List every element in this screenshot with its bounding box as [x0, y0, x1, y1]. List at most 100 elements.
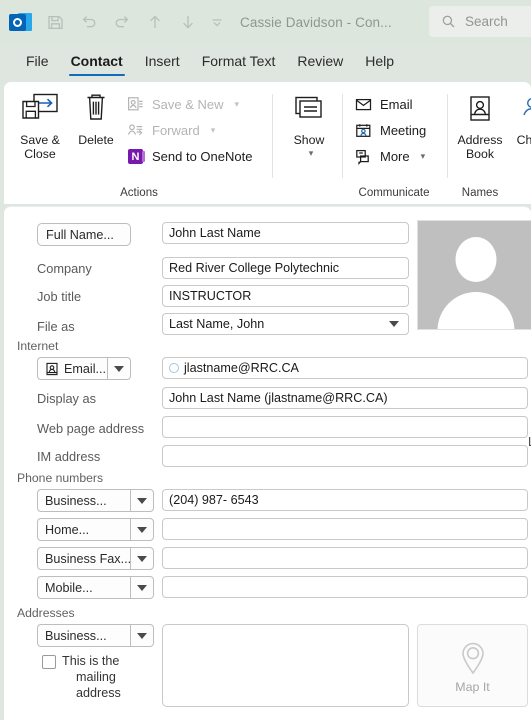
file-as-chevron-down-icon[interactable]: [389, 321, 399, 327]
ribbon-tab-strip: File Contact Insert Format Text Review H…: [0, 44, 531, 80]
save-icon[interactable]: [39, 7, 72, 37]
save-and-close-icon: [20, 88, 60, 132]
im-address-input[interactable]: [162, 445, 528, 467]
tab-help[interactable]: Help: [354, 49, 405, 75]
phone-input-business-fax[interactable]: [162, 547, 528, 569]
quick-access-toolbar: [39, 7, 230, 37]
tab-format-text[interactable]: Format Text: [191, 49, 287, 75]
mailing-label-line1: This is the: [62, 654, 120, 668]
map-it-label: Map It: [455, 680, 490, 694]
file-as-combobox[interactable]: Last Name, John: [162, 313, 409, 335]
more-button[interactable]: More ▾: [354, 144, 425, 169]
company-input[interactable]: Red River College Polytechnic: [162, 257, 409, 279]
more-icon: [354, 148, 373, 165]
address-type-combobox[interactable]: Business...: [37, 624, 154, 647]
email-button[interactable]: Email: [354, 92, 413, 117]
phone-type-business-fax-chevron-down-icon[interactable]: [130, 547, 154, 570]
outlook-icon: [9, 11, 32, 34]
check-names-label: Ch Na: [516, 133, 531, 147]
next-item-icon[interactable]: [171, 7, 204, 37]
im-address-label: IM address: [37, 449, 101, 464]
phone-type-button-business-fax[interactable]: Business Fax...: [37, 547, 130, 570]
send-to-onenote-button[interactable]: N Send to OneNote: [126, 144, 252, 169]
address-book-button[interactable]: Address Book: [453, 88, 507, 161]
redo-icon[interactable]: [105, 7, 138, 37]
save-and-close-button[interactable]: Save & Close: [13, 88, 67, 161]
ribbon-group-actions: Save & Close Delete Save & New ▾ Forward…: [4, 82, 272, 204]
address-type-button[interactable]: Business...: [37, 624, 130, 647]
phone-type-button-business[interactable]: Business...: [37, 489, 130, 512]
phone-input-home[interactable]: [162, 518, 528, 540]
delete-label: Delete: [78, 133, 114, 147]
email-input[interactable]: jlastname@RRC.CA: [162, 357, 528, 379]
mailing-address-checkbox[interactable]: [42, 655, 56, 669]
phone-type-combobox-business-fax[interactable]: Business Fax...: [37, 547, 154, 570]
show-button[interactable]: Show ▾: [282, 88, 336, 159]
customize-quick-access-toolbar-icon[interactable]: [204, 7, 230, 37]
tab-insert[interactable]: Insert: [134, 49, 191, 75]
phone-type-business-chevron-down-icon[interactable]: [130, 489, 154, 512]
check-names-icon: [519, 88, 531, 132]
email-type-chevron-down-icon[interactable]: [107, 357, 131, 380]
address-card-icon: [46, 362, 58, 375]
ribbon-separator: [342, 94, 343, 178]
save-and-close-label: Save & Close: [20, 133, 60, 161]
phone-type-combobox-home[interactable]: Home...: [37, 518, 154, 541]
forward-button[interactable]: Forward ▾: [126, 118, 215, 143]
phone-type-combobox-business[interactable]: Business...: [37, 489, 154, 512]
delete-button[interactable]: Delete: [69, 88, 123, 147]
tab-contact[interactable]: Contact: [60, 49, 134, 76]
tab-file[interactable]: File: [15, 49, 60, 75]
phone-input-mobile[interactable]: [162, 576, 528, 598]
full-name-input[interactable]: John Last Name: [162, 222, 409, 244]
check-names-button[interactable]: Ch Na: [511, 88, 531, 147]
window-title: Cassie Davidson - Con...: [240, 14, 392, 30]
phone-type-home-chevron-down-icon[interactable]: [130, 518, 154, 541]
outlook-contact-window: Cassie Davidson - Con... Search File Con…: [0, 0, 531, 720]
email-type-combobox[interactable]: Email...: [37, 357, 131, 380]
email-type-button[interactable]: Email...: [37, 357, 107, 380]
undo-icon[interactable]: [72, 7, 105, 37]
save-and-new-label: Save & New: [152, 97, 224, 112]
forward-chevron-down-icon[interactable]: ▾: [211, 125, 216, 136]
file-as-value: Last Name, John: [169, 317, 265, 331]
file-as-label: File as: [37, 319, 75, 334]
mailing-address-checkbox-label: This is the mailing address: [62, 653, 152, 701]
job-title-input[interactable]: INSTRUCTOR: [162, 285, 409, 307]
email-label: Email: [380, 97, 413, 112]
full-name-button[interactable]: Full Name...: [37, 223, 131, 246]
show-chevron-down-icon[interactable]: ▾: [309, 148, 314, 159]
tab-review[interactable]: Review: [286, 49, 354, 75]
phone-type-combobox-mobile[interactable]: Mobile...: [37, 576, 154, 599]
address-type-chevron-down-icon[interactable]: [130, 624, 154, 647]
map-pin-icon: [461, 642, 484, 675]
meeting-button[interactable]: Meeting: [354, 118, 426, 143]
ribbon-group-names: Address Book Ch Na Names: [449, 82, 531, 204]
email-value: jlastname@RRC.CA: [184, 361, 299, 375]
contact-photo-placeholder[interactable]: [417, 220, 531, 330]
internet-section-label: Internet: [17, 339, 59, 353]
phone-type-button-mobile[interactable]: Mobile...: [37, 576, 130, 599]
phone-type-button-home[interactable]: Home...: [37, 518, 130, 541]
save-and-new-chevron-down-icon[interactable]: ▾: [235, 99, 240, 110]
search-placeholder: Search: [465, 14, 508, 29]
web-page-address-input[interactable]: [162, 416, 528, 438]
avatar-head: [455, 237, 496, 282]
phone-numbers-section-label: Phone numbers: [17, 471, 104, 485]
phone-type-mobile-chevron-down-icon[interactable]: [130, 576, 154, 599]
more-label: More: [380, 149, 410, 164]
save-and-new-icon: [126, 96, 145, 113]
phone-input-business[interactable]: (204) 987- 6543: [162, 489, 528, 511]
search-box[interactable]: Search: [429, 6, 531, 37]
onenote-glyph: N: [128, 149, 145, 164]
save-and-new-button[interactable]: Save & New ▾: [126, 92, 239, 117]
send-to-onenote-label: Send to OneNote: [152, 149, 253, 164]
meeting-label: Meeting: [380, 123, 427, 138]
previous-item-icon[interactable]: [138, 7, 171, 37]
address-textarea[interactable]: [162, 624, 409, 707]
show-icon: [291, 88, 327, 132]
display-as-input[interactable]: John Last Name (jlastname@RRC.CA): [162, 387, 528, 409]
map-it-button[interactable]: Map It: [417, 624, 528, 707]
addresses-section-label: Addresses: [17, 606, 75, 620]
more-chevron-down-icon[interactable]: ▾: [421, 151, 426, 162]
